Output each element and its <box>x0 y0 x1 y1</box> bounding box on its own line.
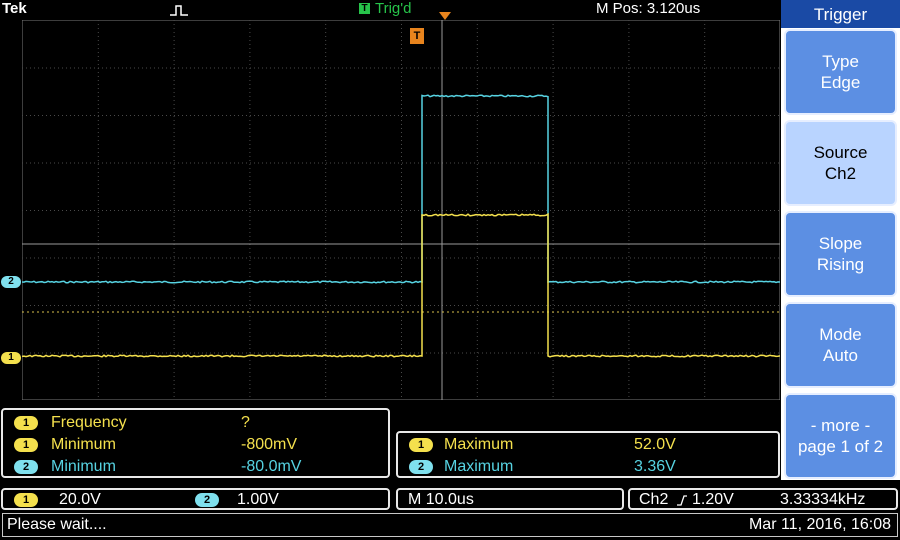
measurement-label: Maximum <box>444 458 514 475</box>
channel-2-ground-marker[interactable]: 2 <box>1 276 21 288</box>
status-message: Please wait.... <box>7 516 107 533</box>
trigger-slope-label: Slope <box>818 234 863 253</box>
trigger-side-menu: Trigger Type Edge Source Ch2 Slope Risin… <box>781 0 900 480</box>
horizontal-position-marker-icon[interactable] <box>439 12 451 20</box>
trigger-more-button[interactable]: - more - page 1 of 2 <box>784 393 897 479</box>
date-time: Mar 11, 2016, 16:08 <box>748 516 891 533</box>
rising-edge-icon <box>677 495 687 506</box>
vertical-scale-readout[interactable]: 1 20.0V 2 1.00V <box>1 488 390 510</box>
trigger-slope-value: Rising <box>816 255 865 274</box>
trigger-type-button[interactable]: Type Edge <box>784 29 897 115</box>
channel-1-badge: 1 <box>14 438 38 452</box>
channel-2-badge: 2 <box>409 460 433 474</box>
trigger-more-label: - more - <box>810 416 871 435</box>
message-bar: Please wait.... Mar 11, 2016, 16:08 <box>0 511 900 540</box>
measurement-label: Minimum <box>51 436 116 453</box>
brand-logo: Tek <box>2 0 27 17</box>
trigger-source-label: Source <box>813 143 868 162</box>
timebase-value: M 10.0us <box>408 491 474 508</box>
message-bar-frame: Please wait.... Mar 11, 2016, 16:08 <box>2 513 898 537</box>
measurement-value: ? <box>241 414 250 431</box>
measurement-panel-right: 1 Maximum 52.0V 2 Maximum 3.36V <box>396 431 780 478</box>
trigger-source-button[interactable]: Source Ch2 <box>784 120 897 206</box>
measurement-value: -80.0mV <box>241 458 302 475</box>
channel-2-scale: 1.00V <box>237 491 279 508</box>
trigger-level-readout: 1.20V <box>692 491 734 508</box>
measurement-panel-left: 1 Frequency ? 1 Minimum -800mV 2 Minimum… <box>1 408 390 478</box>
trigger-type-value: Edge <box>820 73 861 92</box>
horizontal-position-readout: M Pos: 3.120us <box>596 0 701 17</box>
channel-1-badge: 1 <box>14 493 38 507</box>
measurement-value: -800mV <box>241 436 298 453</box>
trigger-mode-button[interactable]: Mode Auto <box>784 302 897 388</box>
waveform-graticule[interactable] <box>22 20 780 400</box>
channel-2-badge: 2 <box>195 493 219 507</box>
trigger-mode-value: Auto <box>823 346 858 365</box>
trigger-slope-button[interactable]: Slope Rising <box>784 211 897 297</box>
trigger-menu-title: Trigger <box>781 0 900 28</box>
top-status-bar: Tek T Trig'd M Pos: 3.120us <box>0 0 782 20</box>
measurement-label: Frequency <box>51 414 127 431</box>
channel-1-scale: 20.0V <box>59 491 101 508</box>
trigger-status: Trig'd <box>375 0 412 17</box>
timebase-readout[interactable]: M 10.0us <box>396 488 624 510</box>
trigger-mode-label: Mode <box>819 325 862 344</box>
measurement-value: 3.36V <box>634 458 676 475</box>
pulse-icon <box>170 5 188 16</box>
channel-1-badge: 1 <box>409 438 433 452</box>
measurement-value: 52.0V <box>634 436 676 453</box>
measurement-label: Minimum <box>51 458 116 475</box>
trigger-status-badge: T <box>359 3 370 14</box>
trigger-readout[interactable]: Ch2 1.20V 3.33334kHz <box>628 488 898 510</box>
trigger-source-value: Ch2 <box>824 164 857 183</box>
channel-1-badge: 1 <box>14 416 38 430</box>
trigger-point-marker-icon[interactable]: T <box>410 28 424 44</box>
measurement-label: Maximum <box>444 436 514 453</box>
trigger-type-label: Type <box>822 52 859 71</box>
trigger-frequency-readout: 3.33334kHz <box>780 491 866 508</box>
channel-1-ground-marker[interactable]: 1 <box>1 352 21 364</box>
trigger-more-page: page 1 of 2 <box>797 437 884 456</box>
trigger-source-readout: Ch2 <box>639 491 669 508</box>
channel-2-badge: 2 <box>14 460 38 474</box>
